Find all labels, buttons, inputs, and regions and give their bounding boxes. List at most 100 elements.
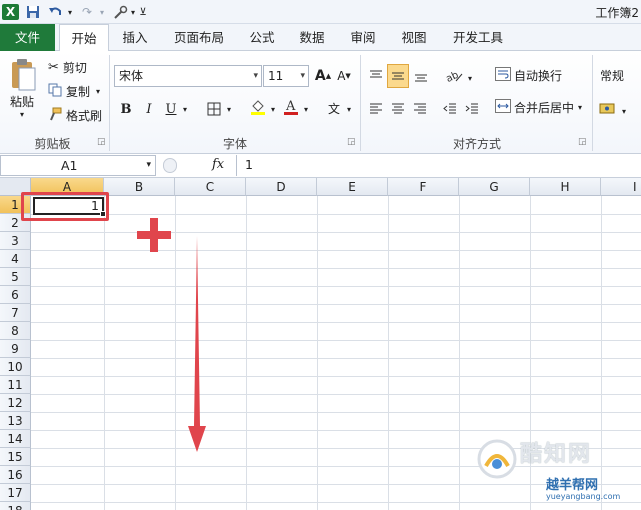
redo-dropdown-icon[interactable]: ▾ [98,4,106,20]
alignment-launcher-icon[interactable]: ◲ [578,137,587,147]
row-header-5[interactable]: 5 [0,268,31,286]
merge-dropdown-icon[interactable]: ▾ [578,103,582,112]
column-header-d[interactable]: D [246,178,317,196]
paste-button[interactable]: 粘贴 [10,93,34,110]
currency-dropdown-icon[interactable]: ▾ [620,101,628,121]
font-size-dropdown-icon[interactable]: ▾ [300,66,305,86]
row-header-9[interactable]: 9 [0,340,31,358]
borders-icon[interactable] [205,99,223,119]
worksheet-grid[interactable]: A B C D E F G H I 1 2 3 4 5 6 7 8 9 10 1… [0,178,641,510]
font-name-dropdown-icon[interactable]: ▾ [253,66,258,86]
wrap-text-button[interactable]: 自动换行 [495,67,562,84]
fill-color-icon[interactable] [249,97,267,117]
tab-page-layout[interactable]: 页面布局 [164,24,234,51]
row-header-3[interactable]: 3 [0,232,31,250]
gridline [31,358,641,359]
align-right-icon[interactable] [411,99,429,119]
tab-insert[interactable]: 插入 [113,24,157,51]
italic-icon[interactable]: I [141,99,157,119]
name-box[interactable]: A1 ▾ [0,155,156,176]
phonetic-dropdown-icon[interactable]: ▾ [345,99,353,119]
row-header-7[interactable]: 7 [0,304,31,322]
shrink-font-icon[interactable]: A ▼ [335,66,353,86]
row-header-4[interactable]: 4 [0,250,31,268]
font-size-value: 11 [268,69,284,83]
formula-bar-splitter-icon[interactable] [163,158,177,173]
align-middle-icon[interactable] [387,64,409,88]
tab-data[interactable]: 数据 [290,24,334,51]
row-header-12[interactable]: 12 [0,394,31,412]
row-header-13[interactable]: 13 [0,412,31,430]
font-name-combobox[interactable]: 宋体 ▾ [114,65,262,87]
merge-center-button[interactable]: 合并后居中 ▾ [495,99,582,116]
column-header-g[interactable]: G [459,178,530,196]
number-format-combobox[interactable]: 常规 [600,67,624,84]
redo-icon[interactable]: ↷ [79,4,95,20]
row-header-11[interactable]: 11 [0,376,31,394]
underline-icon[interactable]: U [163,99,179,119]
paste-icon[interactable] [9,57,39,93]
increase-indent-icon[interactable] [463,99,481,119]
align-left-icon[interactable] [367,99,385,119]
fill-color-dropdown-icon[interactable]: ▾ [269,99,277,119]
gridline [459,196,460,510]
column-header-f[interactable]: F [388,178,459,196]
format-painter-button[interactable]: 格式刷 [48,107,102,124]
font-launcher-icon[interactable]: ◲ [347,137,356,147]
tab-formulas[interactable]: 公式 [240,24,284,51]
align-top-icon[interactable] [367,66,385,86]
insert-function-icon[interactable]: fx [212,157,224,172]
watermark: 酷知网 越羊帮网 yueyangbang.com [476,430,641,510]
row-header-14[interactable]: 14 [0,430,31,448]
row-header-18[interactable]: 18 [0,502,31,510]
customize-qat-icon[interactable]: ⊻ [138,4,148,20]
borders-dropdown-icon[interactable]: ▾ [225,99,233,119]
currency-format-icon[interactable] [598,99,618,119]
row-header-8[interactable]: 8 [0,322,31,340]
clipboard-launcher-icon[interactable]: ◲ [97,137,106,147]
save-icon[interactable] [25,4,41,20]
decrease-indent-icon[interactable] [441,99,459,119]
gridline [246,196,247,510]
cut-button[interactable]: ✂ 剪切 [48,59,87,76]
formula-input[interactable]: 1 [236,155,641,176]
undo-dropdown-icon[interactable]: ▾ [66,4,74,20]
tools-icon[interactable] [112,4,128,20]
tab-view[interactable]: 视图 [392,24,436,51]
gridline [31,304,641,305]
font-color-dropdown-icon[interactable]: ▾ [302,99,310,119]
column-header-e[interactable]: E [317,178,388,196]
copy-button[interactable]: 复制 ▾ [48,83,100,100]
orientation-dropdown-icon[interactable]: ▾ [466,68,474,88]
document-title: 工作簿2 [595,6,639,20]
tab-file[interactable]: 文件 [0,24,55,51]
row-header-17[interactable]: 17 [0,484,31,502]
font-color-icon[interactable]: A [282,97,300,117]
tools-dropdown-icon[interactable]: ▾ [129,4,137,20]
row-header-6[interactable]: 6 [0,286,31,304]
column-header-i[interactable]: I [601,178,641,196]
name-box-dropdown-icon[interactable]: ▾ [146,156,151,175]
tab-developer[interactable]: 开发工具 [446,24,510,51]
row-header-16[interactable]: 16 [0,466,31,484]
align-bottom-icon[interactable] [412,66,430,86]
orientation-icon[interactable]: ab [444,66,466,86]
row-header-15[interactable]: 15 [0,448,31,466]
column-header-c[interactable]: C [175,178,246,196]
tab-review[interactable]: 审阅 [341,24,385,51]
paste-dropdown-icon[interactable]: ▾ [20,110,24,119]
copy-dropdown-icon[interactable]: ▾ [96,87,100,96]
column-header-h[interactable]: H [530,178,601,196]
watermark-site: yueyangbang.com [546,492,621,501]
column-header-b[interactable]: B [104,178,175,196]
bold-icon[interactable]: B [118,99,134,119]
underline-dropdown-icon[interactable]: ▾ [181,99,189,119]
align-center-icon[interactable] [389,99,407,119]
undo-icon[interactable] [47,4,63,20]
tab-home[interactable]: 开始 [59,24,109,52]
phonetic-guide-icon[interactable]: 文 [324,98,344,118]
grow-font-icon[interactable]: A ▲ [314,66,332,86]
row-header-10[interactable]: 10 [0,358,31,376]
plus-cursor-annotation [137,218,171,252]
font-size-combobox[interactable]: 11 ▾ [263,65,309,87]
